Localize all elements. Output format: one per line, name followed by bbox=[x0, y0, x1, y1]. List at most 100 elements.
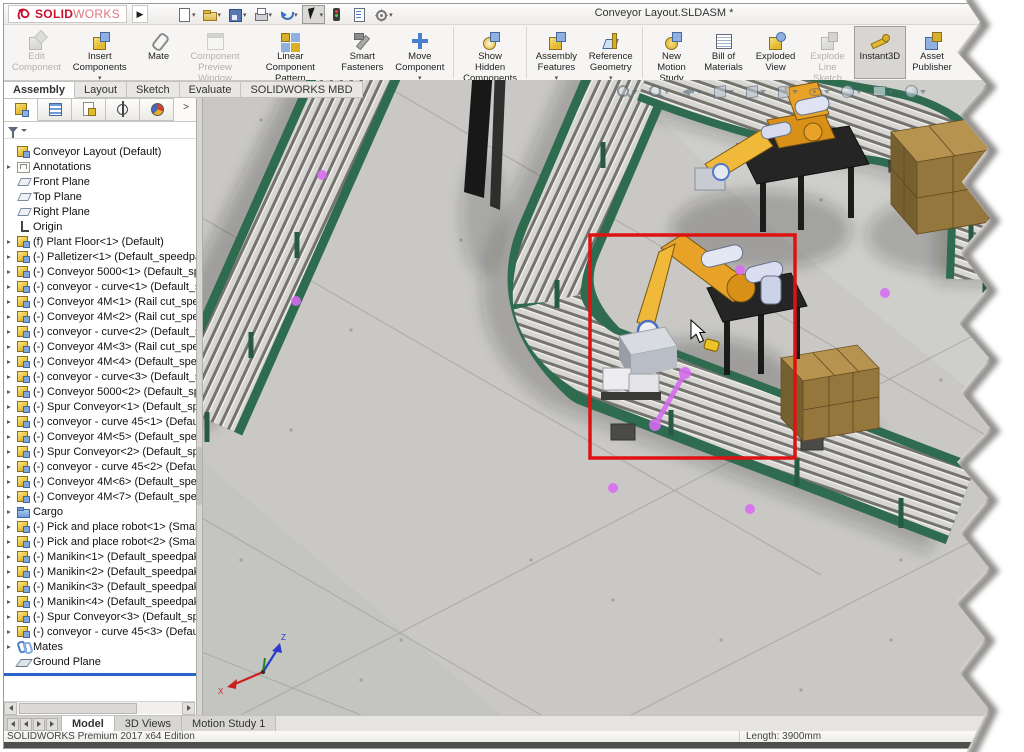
expand-arrow-icon[interactable]: ▸ bbox=[7, 627, 17, 636]
study-tab[interactable]: Motion Study 1 bbox=[182, 716, 276, 732]
command-tab[interactable]: SOLIDWORKS MBD bbox=[241, 81, 362, 98]
dropdown-caret-icon[interactable] bbox=[824, 90, 830, 94]
expand-arrow-icon[interactable]: ▸ bbox=[7, 387, 17, 396]
expand-arrow-icon[interactable]: ▸ bbox=[7, 327, 17, 336]
assembly-features-button[interactable]: Assembly Features ▾ bbox=[526, 26, 583, 79]
study-tab[interactable]: Model bbox=[62, 716, 115, 732]
insert-components-button[interactable]: Insert Components ▾ bbox=[67, 26, 133, 79]
configurationmanager-tab[interactable] bbox=[72, 98, 106, 121]
tree-item[interactable]: ▸ (-) Conveyor 4M<3> (Rail cut_speedpak) bbox=[4, 339, 196, 354]
expand-arrow-icon[interactable]: ▸ bbox=[7, 552, 17, 561]
tree-item[interactable]: ▸ (-) Pick and place robot<2> (Small_spe… bbox=[4, 534, 196, 549]
open-button[interactable]: ▾ bbox=[200, 5, 224, 24]
explode-line-sketch-button[interactable]: Explode Line Sketch bbox=[802, 26, 854, 79]
expand-arrow-icon[interactable]: ▸ bbox=[7, 432, 17, 441]
tree-item[interactable]: Right Plane bbox=[4, 204, 196, 219]
dropdown-caret-icon[interactable] bbox=[792, 90, 798, 94]
command-tab[interactable]: Sketch bbox=[127, 81, 180, 98]
tree-item[interactable]: ▸ (-) Conveyor 5000<1> (Default_speedpak… bbox=[4, 264, 196, 279]
expand-arrow-icon[interactable]: ▸ bbox=[7, 252, 17, 261]
filter-caret-icon[interactable] bbox=[21, 129, 27, 132]
edit-component-button[interactable]: Edit Component bbox=[6, 26, 67, 79]
dropdown-caret-icon[interactable] bbox=[920, 90, 926, 94]
command-tab[interactable]: Assembly bbox=[4, 81, 75, 98]
tree-item[interactable]: ▸ (-) Conveyor 5000<2> (Default_speedpak… bbox=[4, 384, 196, 399]
tree-item[interactable]: ▸ (-) Conveyor 4M<6> (Default_speedpak) bbox=[4, 474, 196, 489]
tree-item[interactable]: ▸ (-) Spur Conveyor<2> (Default_speedpak… bbox=[4, 444, 196, 459]
file-properties-button[interactable] bbox=[349, 5, 369, 24]
tree-item[interactable]: ▸ (-) Conveyor 4M<5> (Default_speedpak) bbox=[4, 429, 196, 444]
scrollbar-thumb[interactable] bbox=[19, 703, 137, 714]
tree-item[interactable]: Front Plane bbox=[4, 174, 196, 189]
last-tab-button[interactable] bbox=[46, 718, 58, 731]
expand-arrow-icon[interactable]: ▸ bbox=[7, 567, 17, 576]
expand-arrow-icon[interactable]: ▸ bbox=[7, 492, 17, 501]
undo-button[interactable]: ▾ bbox=[276, 5, 300, 24]
tree-item[interactable]: ▸ (-) conveyor - curve 45<3> (Default_sp… bbox=[4, 624, 196, 639]
expand-arrow-icon[interactable]: ▸ bbox=[7, 162, 17, 171]
expand-arrow-icon[interactable]: ▸ bbox=[7, 402, 17, 411]
tree-item[interactable]: ▸ (-) Spur Conveyor<1> (Default_speedpak… bbox=[4, 399, 196, 414]
rollback-bar[interactable] bbox=[4, 673, 196, 676]
asset-publisher-button[interactable]: Asset Publisher bbox=[906, 26, 958, 79]
tree-item[interactable]: ▸ (-) Conveyor 4M<4> (Default_speedpak) bbox=[4, 354, 196, 369]
tree-item[interactable]: ▸ Mates bbox=[4, 639, 196, 654]
expand-arrow-icon[interactable]: ▸ bbox=[7, 417, 17, 426]
tree-item[interactable]: ▸ (f) Plant Floor<1> (Default) bbox=[4, 234, 196, 249]
tree-item[interactable]: ▸ Annotations bbox=[4, 159, 196, 174]
dropdown-caret-icon[interactable]: ▾ bbox=[192, 11, 196, 19]
select-button[interactable]: ▾ bbox=[302, 5, 326, 24]
tree-item[interactable]: ▸ (-) Manikin<1> (Default_speedpak) bbox=[4, 549, 196, 564]
tree-item[interactable]: Top Plane bbox=[4, 189, 196, 204]
expand-arrow-icon[interactable]: ▸ bbox=[7, 372, 17, 381]
new-motion-study-button[interactable]: New Motion Study bbox=[642, 26, 698, 79]
expand-arrow-icon[interactable]: ▸ bbox=[7, 357, 17, 366]
featuremanager-tab[interactable] bbox=[4, 98, 38, 121]
expand-arrow-icon[interactable]: ▸ bbox=[7, 312, 17, 321]
dropdown-caret-icon[interactable] bbox=[696, 90, 702, 94]
displaymanager-tab[interactable] bbox=[140, 98, 174, 121]
tree-item[interactable]: ▸ (-) conveyor - curve<1> (Default_speed… bbox=[4, 279, 196, 294]
tree-item[interactable]: Origin bbox=[4, 219, 196, 234]
dropdown-caret-icon[interactable] bbox=[760, 90, 766, 94]
prev-tab-button[interactable] bbox=[20, 718, 32, 731]
bill-of-materials-button[interactable]: Bill of Materials bbox=[698, 26, 750, 79]
dropdown-caret-icon[interactable]: ▾ bbox=[243, 11, 247, 19]
move-component-button[interactable]: Move Component ▾ bbox=[389, 26, 450, 79]
component-preview-window-button[interactable]: Component Preview Window bbox=[185, 26, 246, 79]
expand-arrow-icon[interactable]: ▸ bbox=[7, 447, 17, 456]
expand-arrow-icon[interactable]: ▸ bbox=[7, 342, 17, 351]
panel-splitter[interactable] bbox=[196, 97, 203, 715]
propertymanager-tab[interactable] bbox=[38, 98, 72, 121]
tree-item[interactable]: ▸ (-) Manikin<2> (Default_speedpak) bbox=[4, 564, 196, 579]
show-hidden-components-button[interactable]: Show Hidden Components bbox=[453, 26, 523, 79]
tree-item[interactable]: ▸ Cargo bbox=[4, 504, 196, 519]
splitter-grip[interactable] bbox=[197, 447, 202, 505]
graphics-area[interactable]: X Z bbox=[201, 80, 994, 715]
instant3d-button[interactable]: Instant3D bbox=[854, 26, 906, 79]
tree-item[interactable]: ▸ (-) conveyor - curve 45<1> (Default_sp… bbox=[4, 414, 196, 429]
tree-item[interactable]: ▸ (-) conveyor - curve<3> (Default_speed… bbox=[4, 369, 196, 384]
study-tab[interactable]: 3D Views bbox=[115, 716, 182, 732]
expand-arrow-icon[interactable]: ▸ bbox=[7, 597, 17, 606]
ground-plane-button[interactable]: Ground Plane bbox=[958, 26, 1010, 79]
expand-arrow-icon[interactable]: ▸ bbox=[7, 297, 17, 306]
tree-item[interactable]: ▸ (-) Manikin<4> (Default_speedpak) bbox=[4, 594, 196, 609]
dropdown-caret-icon[interactable]: ▾ bbox=[269, 11, 273, 19]
dropdown-caret-icon[interactable]: ▾ bbox=[389, 11, 393, 19]
expand-arrow-icon[interactable]: ▸ bbox=[7, 267, 17, 276]
print-button[interactable]: ▾ bbox=[251, 5, 275, 24]
new-document-button[interactable]: ▾ bbox=[174, 5, 198, 24]
dropdown-caret-icon[interactable] bbox=[888, 90, 894, 94]
expand-arrow-icon[interactable]: ▸ bbox=[7, 537, 17, 546]
dropdown-caret-icon[interactable] bbox=[664, 90, 670, 94]
tree-item[interactable]: ▸ (-) Conveyor 4M<2> (Rail cut_speedpak) bbox=[4, 309, 196, 324]
scroll-right-button[interactable] bbox=[182, 702, 195, 715]
smart-fasteners-button[interactable]: Smart Fasteners bbox=[335, 26, 389, 79]
dropdown-caret-icon[interactable] bbox=[632, 90, 638, 94]
tree-item[interactable]: ▸ (-) Palletizer<1> (Default_speedpak) bbox=[4, 249, 196, 264]
dropdown-caret-icon[interactable]: ▾ bbox=[294, 11, 298, 19]
expand-arrow-icon[interactable]: ▸ bbox=[7, 582, 17, 591]
reference-geometry-button[interactable]: Reference Geometry ▾ bbox=[583, 26, 639, 79]
dropdown-caret-icon[interactable] bbox=[856, 90, 862, 94]
